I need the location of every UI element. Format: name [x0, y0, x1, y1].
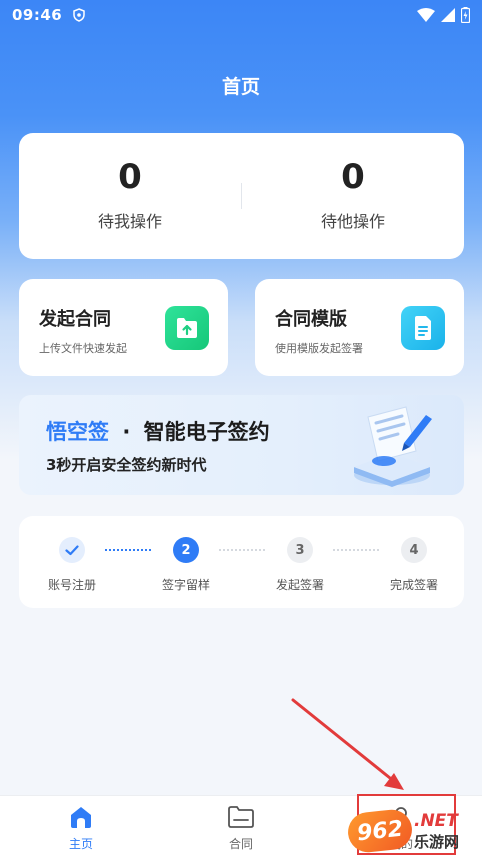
contract-signing-illustration-icon: [354, 406, 432, 487]
step-number: 2: [173, 537, 199, 563]
step-label: 完成签署: [389, 578, 438, 592]
upload-folder-icon: [165, 306, 209, 350]
step-complete-signing[interactable]: 4 完成签署: [369, 537, 459, 593]
stat-value: 0: [341, 157, 365, 197]
stat-pending-others[interactable]: 0 待他操作: [242, 160, 464, 232]
stat-label: 待他操作: [320, 212, 385, 231]
tab-label: 合同: [228, 837, 253, 851]
tab-home[interactable]: 主页: [36, 805, 126, 852]
step-label: 发起签署: [275, 578, 324, 592]
watermark-logo: 962: [346, 807, 414, 855]
page-title: 首页: [221, 76, 260, 98]
tab-contracts[interactable]: 合同: [196, 805, 286, 852]
wifi-icon: [417, 8, 435, 22]
watermark: 962 .NET 乐游网: [346, 807, 480, 855]
banner-brand: 悟空签: [46, 420, 109, 444]
signal-icon: [441, 8, 455, 22]
battery-icon: [461, 7, 470, 23]
stat-value: 0: [118, 157, 142, 197]
step-label: 签字留样: [161, 578, 210, 592]
banner-slogan: 智能电子签约: [143, 420, 270, 444]
promo-banner[interactable]: 悟空签 · 智能电子签约 3秒开启安全签约新时代: [19, 395, 464, 495]
step-number: 3: [287, 537, 313, 563]
step-number: 4: [401, 537, 427, 563]
step-account-register[interactable]: 账号注册: [27, 537, 117, 593]
watermark-bottom: 乐游网: [414, 832, 460, 851]
contract-template-card[interactable]: 合同模版 使用模版发起签署: [255, 279, 464, 376]
step-label: 账号注册: [47, 578, 96, 592]
tab-label: 主页: [68, 837, 93, 851]
stat-label: 待我操作: [97, 212, 162, 231]
watermark-top: .NET: [414, 810, 458, 831]
banner-dot: ·: [122, 420, 131, 444]
document-icon: [401, 306, 445, 350]
stat-pending-me[interactable]: 0 待我操作: [19, 160, 241, 232]
banner-title: 悟空签 · 智能电子签约: [46, 416, 270, 446]
watermark-text: .NET 乐游网: [414, 811, 459, 852]
status-bar: 09:46: [0, 0, 482, 30]
onboarding-steps: 账号注册 2 签字留样 3 发起签署 4 完成签署: [19, 516, 464, 608]
start-contract-card[interactable]: 发起合同 上传文件快速发起: [19, 279, 228, 376]
status-time: 09:46: [12, 6, 63, 24]
folder-icon: [228, 806, 254, 828]
stats-card: 0 待我操作 0 待他操作: [19, 133, 464, 259]
home-icon: [71, 807, 91, 828]
check-icon: [59, 537, 85, 563]
banner-subtitle: 3秒开启安全签约新时代: [46, 456, 207, 474]
shield-icon: [73, 8, 85, 22]
step-signature-sample[interactable]: 2 签字留样: [141, 537, 231, 593]
step-initiate-signing[interactable]: 3 发起签署: [255, 537, 345, 593]
